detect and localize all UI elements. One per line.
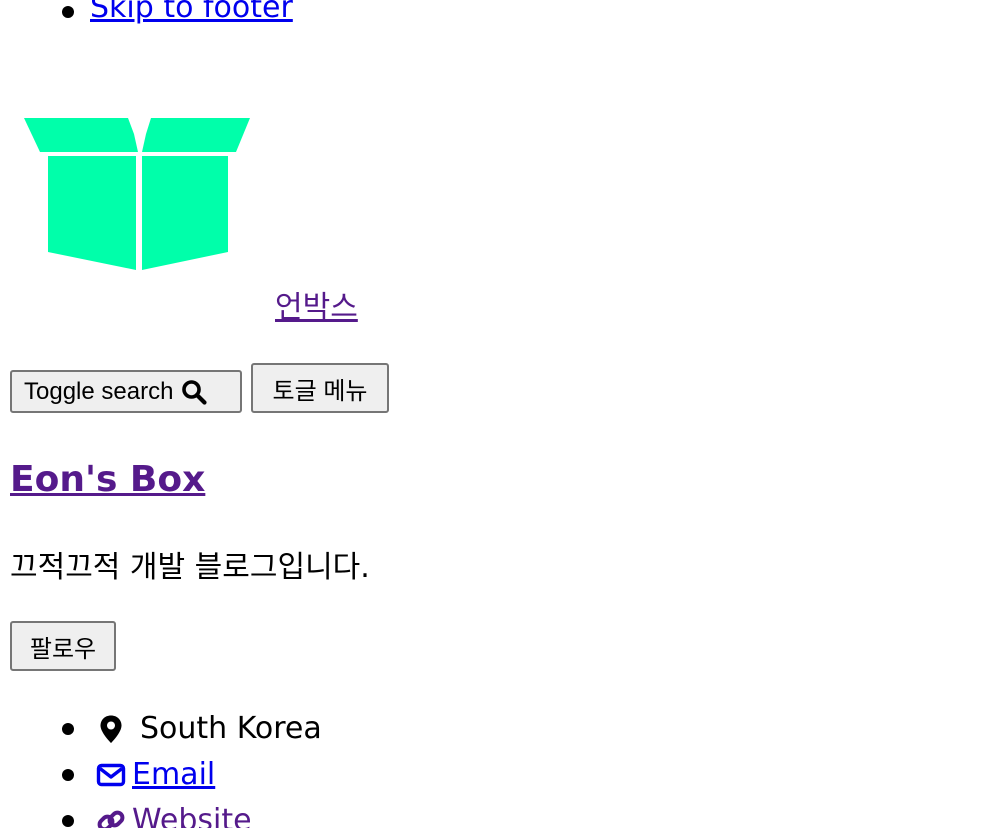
author-email-link[interactable]: Email xyxy=(132,752,215,798)
skip-link-item: Skip to footer xyxy=(62,0,293,30)
page: Skip to footer 언박스 Toggle search 토글 메뉴 E… xyxy=(0,0,987,828)
blog-title-link[interactable]: Eon's Box xyxy=(10,459,205,500)
site-name-link[interactable]: 언박스 xyxy=(275,288,358,328)
link-icon xyxy=(97,810,125,828)
follow-button[interactable]: 팔로우 xyxy=(10,621,116,671)
toggle-search-label: Toggle search xyxy=(24,377,174,405)
author-location-item: South Korea xyxy=(62,706,322,752)
map-marker-icon xyxy=(100,715,122,743)
blog-title: Eon's Box xyxy=(10,456,205,504)
search-icon xyxy=(182,379,208,405)
author-website-link[interactable]: Website xyxy=(132,798,252,828)
skip-to-footer-link[interactable]: Skip to footer xyxy=(90,0,293,25)
toggle-search-button[interactable]: Toggle search xyxy=(10,370,242,413)
toggle-menu-button[interactable]: 토글 메뉴 xyxy=(251,363,389,413)
author-location: South Korea xyxy=(140,711,322,746)
blog-tagline: 끄적끄적 개발 블로그입니다. xyxy=(10,550,370,585)
author-email-item: Email xyxy=(62,752,322,798)
author-website-item: Website xyxy=(62,798,322,828)
open-box-icon[interactable] xyxy=(20,112,256,274)
envelope-icon xyxy=(96,763,126,787)
author-links: South Korea Email Website xyxy=(0,706,322,828)
skip-links: Skip to footer xyxy=(0,0,293,30)
